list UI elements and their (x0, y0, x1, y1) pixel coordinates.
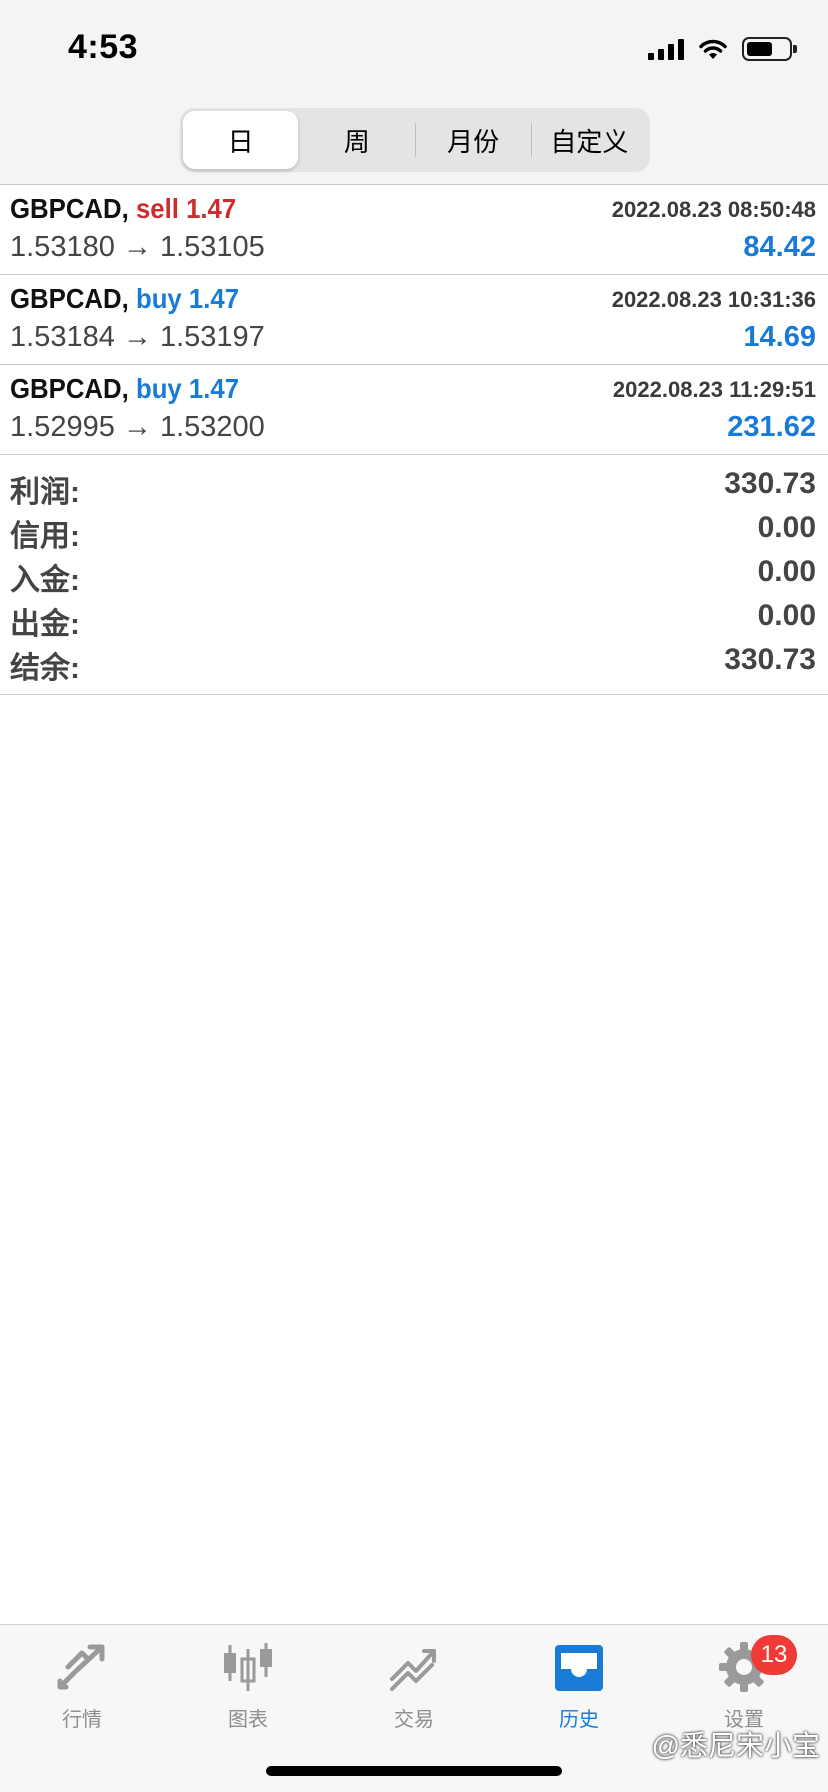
tab-quotes[interactable]: 行情 (27, 1639, 137, 1739)
watermark: @悉尼宋小宝 (651, 1730, 820, 1761)
wifi-icon (699, 39, 727, 59)
tab-history[interactable]: 历史 (524, 1639, 634, 1739)
trade-row[interactable]: GBPCAD, buy 1.47 2022.08.23 11:29:51 1.5… (0, 365, 828, 455)
summary-deposit: 入金: 0.00 (0, 553, 828, 597)
header-area: 4:53 日 周 月份 自定义 (0, 0, 828, 184)
summary-value: 0.00 (757, 511, 816, 544)
arrows-icon (54, 1639, 110, 1695)
tab-label: 图表 (228, 1709, 268, 1731)
home-indicator[interactable] (266, 1766, 562, 1776)
account-summary: 利润: 330.73 信用: 0.00 入金: 0.00 出金: 0.00 结余… (0, 455, 828, 695)
summary-value: 330.73 (724, 467, 816, 500)
trade-side: sell 1.47 (135, 193, 237, 224)
summary-balance: 结余: 330.73 (0, 641, 828, 685)
tab-label: 交易 (394, 1709, 434, 1731)
trade-chart-icon (386, 1639, 442, 1695)
summary-value: 330.73 (724, 643, 816, 676)
trade-time: 2022.08.23 08:50:48 (611, 197, 816, 222)
trade-history-list: GBPCAD, sell 1.47 2022.08.23 08:50:48 1.… (0, 185, 828, 455)
summary-label: 入金: (10, 564, 80, 597)
trade-time: 2022.08.23 10:31:36 (611, 287, 816, 312)
status-time: 4:53 (68, 28, 139, 66)
tab-label: 历史 (559, 1709, 599, 1731)
battery-icon (742, 37, 797, 61)
trade-side: buy 1.47 (135, 283, 240, 314)
summary-label: 利润: (10, 476, 80, 509)
trade-profit: 231.62 (727, 411, 816, 443)
trade-side: buy 1.47 (135, 373, 240, 404)
summary-credit: 信用: 0.00 (0, 509, 828, 553)
trade-prices: 1.53180 → 1.53105 (10, 231, 265, 263)
tab-trade[interactable]: 交易 (359, 1639, 469, 1739)
trade-symbol: GBPCAD, sell 1.47 (10, 193, 237, 224)
summary-label: 信用: (10, 520, 80, 553)
notification-badge: 13 (751, 1635, 797, 1675)
summary-value: 0.00 (757, 555, 816, 588)
cellular-signal-icon (648, 38, 684, 60)
status-icons (648, 34, 797, 64)
candlestick-icon (220, 1639, 276, 1695)
segment-day[interactable]: 日 (183, 111, 299, 169)
summary-label: 结余: (10, 652, 80, 685)
segment-custom[interactable]: 自定义 (532, 111, 647, 169)
trade-profit: 84.42 (743, 231, 816, 263)
trade-symbol: GBPCAD, buy 1.47 (10, 283, 240, 314)
tab-label: 行情 (62, 1709, 102, 1731)
segment-month[interactable]: 月份 (416, 111, 531, 169)
trade-prices: 1.52995 → 1.53200 (10, 411, 265, 443)
trade-profit: 14.69 (743, 321, 816, 353)
summary-withdrawal: 出金: 0.00 (0, 597, 828, 641)
summary-profit: 利润: 330.73 (0, 465, 828, 509)
trade-prices: 1.53184 → 1.53197 (10, 321, 265, 353)
trade-symbol: GBPCAD, buy 1.47 (10, 373, 240, 404)
inbox-icon (551, 1639, 607, 1695)
segment-week[interactable]: 周 (299, 111, 414, 169)
trade-row[interactable]: GBPCAD, sell 1.47 2022.08.23 08:50:48 1.… (0, 185, 828, 275)
period-segmented-control: 日 周 月份 自定义 (180, 108, 650, 172)
tab-charts[interactable]: 图表 (193, 1639, 303, 1739)
trade-time: 2022.08.23 11:29:51 (612, 377, 816, 402)
summary-label: 出金: (10, 608, 80, 641)
trade-row[interactable]: GBPCAD, buy 1.47 2022.08.23 10:31:36 1.5… (0, 275, 828, 365)
summary-value: 0.00 (757, 599, 816, 632)
